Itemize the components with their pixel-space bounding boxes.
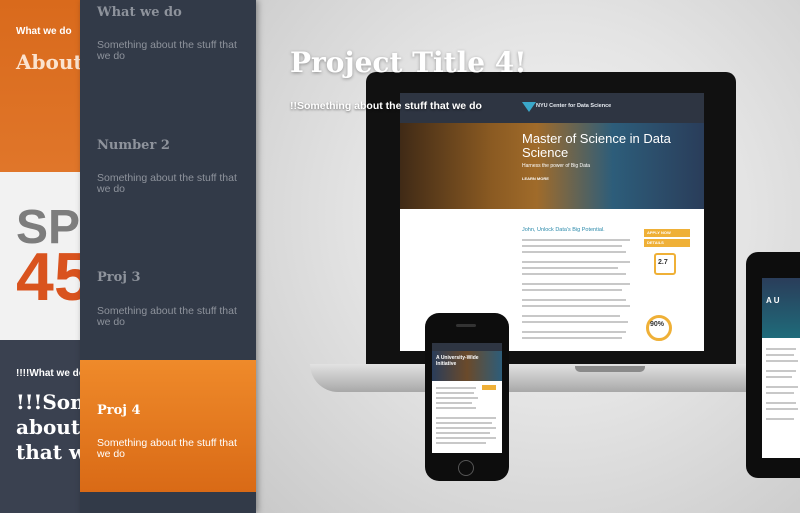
site-text-line [522,273,626,275]
background-project-line-2: about t [16,415,82,439]
background-section-stats: SP 45 [0,172,82,340]
phone-site-banner: A University-Wide Initiative [432,351,502,381]
phone-text-line [436,402,472,404]
phone-text-line [436,387,476,389]
site-stat-percent: 90% [650,321,665,328]
site-text-line [522,245,622,247]
tablet-text-line [766,354,794,356]
site-details-button: DETAILS [644,239,690,247]
site-banner: Master of Science in Data Science Harnes… [400,123,704,209]
phone-text-line [436,437,496,439]
tablet-text-line [766,418,794,420]
nav-item-title: Proj 4 [97,403,141,418]
phone-website-screenshot: A University-Wide Initiative [432,343,502,453]
project-title: Project Title 4! [290,46,527,79]
tablet-text-line [766,360,798,362]
phone-text-line [436,442,486,444]
nav-item-title: What we do [97,5,182,20]
site-learn-more-link: LEARN MORE [522,176,549,181]
tablet-website-screenshot: A U [762,278,800,458]
tablet-site-banner: A U [762,278,800,338]
phone-text-line [436,427,496,429]
tablet-banner-text: A U [766,296,780,305]
site-apply-label: APPLY NOW [647,230,671,235]
tablet-text-line [766,402,796,404]
percent-circle-icon [646,315,672,341]
site-logo-text: NYU Center for Data Science [536,103,612,109]
background-section-project: !!!!What we do !!!Som about t that we [0,340,82,513]
site-text-line [522,315,620,317]
site-text-line [522,261,630,263]
phone-home-button [458,460,474,476]
nav-item-title: Number 2 [97,138,170,153]
phone-text-line [436,432,490,434]
phone-site-header [432,343,502,351]
nav-item-proj-4[interactable]: Proj 4 Something about the stuff that we… [80,360,256,492]
phone-text-line [436,417,496,419]
phone-text-line [436,397,478,399]
site-apply-button: APPLY NOW [644,229,690,237]
nav-item-title: Proj 3 [97,270,141,285]
nav-item-desc: Something about the stuff that we do [97,305,237,328]
site-stat-value: 2.7 [658,259,668,266]
nav-item-desc: Something about the stuff that we do [97,39,237,62]
nav-item-proj-3[interactable]: Proj 3 Something about the stuff that we… [80,260,256,360]
laptop-notch [575,366,645,372]
phone-banner-text: A University-Wide Initiative [436,355,479,367]
project-nav-panel: What we do Something about the stuff tha… [80,0,256,513]
background-section-about: What we do About [0,0,83,172]
site-text-line [522,267,618,269]
phone-text-line [436,407,476,409]
phone-speaker [456,324,476,327]
site-text-line [522,305,630,307]
site-text-line [522,299,626,301]
project-subtitle: !!Something about the stuff that we do [290,100,482,112]
background-section-label: What we do [16,26,72,37]
site-text-line [522,283,630,285]
tablet-text-line [766,376,792,378]
site-text-line [522,337,622,339]
nav-item-desc: Something about the stuff that we do [97,172,237,195]
tablet-text-line [766,386,798,388]
site-body-title: John, Unlock Data's Big Potential. [522,227,605,233]
site-text-line [522,289,622,291]
nav-item-what-we-do[interactable]: What we do Something about the stuff tha… [80,0,256,130]
site-text-line [522,321,628,323]
site-details-label: DETAILS [647,240,664,245]
tablet-text-line [766,370,796,372]
laptop-base [310,364,800,392]
tablet-text-line [766,408,798,410]
site-banner-title: Master of Science in Data Science [522,131,671,160]
site-text-line [522,239,630,241]
background-project-label: !!!!What we do [16,368,82,379]
background-project-line-1: !!!Som [16,390,82,414]
phone-text-line [436,392,474,394]
phone-text-line [436,422,492,424]
logo-icon [522,102,536,112]
site-text-line [522,251,626,253]
nav-item-number-2[interactable]: Number 2 Something about the stuff that … [80,130,256,260]
tablet-text-line [766,348,796,350]
nav-item-desc: Something about the stuff that we do [97,437,237,460]
background-section-heading: About [16,50,83,74]
background-project-line-3: that we [16,440,82,464]
tablet-text-line [766,392,794,394]
site-text-line [522,331,626,333]
background-stat-number: 45 [16,239,82,315]
phone-site-button [482,385,496,390]
site-banner-subtitle: Harness the power of Big Data [522,163,591,169]
